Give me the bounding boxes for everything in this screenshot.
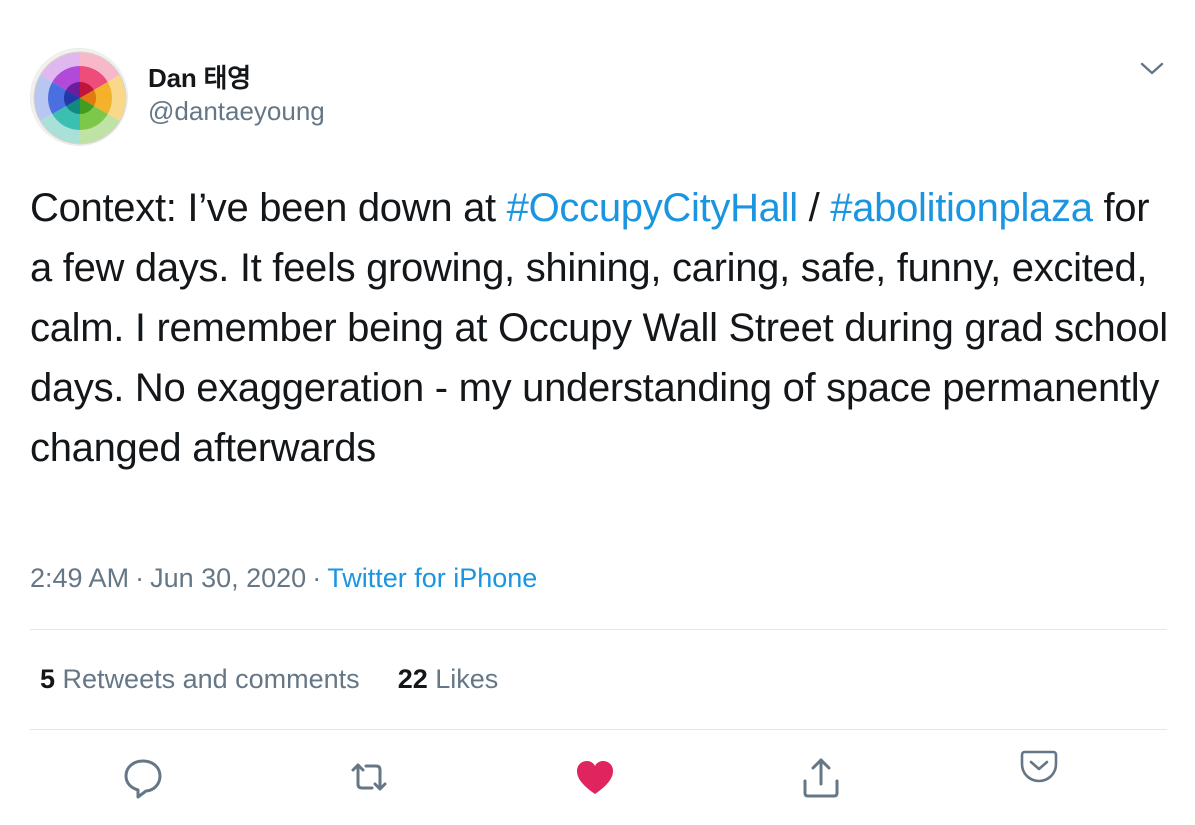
meta-separator: · bbox=[135, 563, 145, 593]
tweet-card: Dan 태영 @dantaeyoung Context: I’ve been d… bbox=[0, 0, 1195, 825]
tweet-text-segment: / bbox=[797, 186, 831, 230]
author-name[interactable]: Dan 태영 bbox=[148, 58, 251, 95]
hashtag-link[interactable]: #OccupyCityHall bbox=[507, 186, 798, 230]
avatar[interactable] bbox=[30, 48, 128, 146]
divider bbox=[30, 629, 1167, 630]
meta-separator: · bbox=[312, 563, 322, 593]
retweets-count: 5 bbox=[40, 664, 56, 694]
tweet-text-segment: Context: I’ve been down at bbox=[30, 186, 507, 230]
retweets-label: Retweets and comments bbox=[62, 664, 360, 694]
tweet-metadata: 2:49 AM · Jun 30, 2020 · Twitter for iPhone bbox=[30, 563, 537, 594]
tweet-date[interactable]: Jun 30, 2020 bbox=[150, 563, 306, 593]
likes-count: 22 bbox=[397, 664, 428, 694]
likes-stat[interactable]: 22 Likes bbox=[398, 664, 499, 695]
heart-filled-icon[interactable] bbox=[573, 755, 617, 799]
author-handle[interactable]: @dantaeyoung bbox=[148, 96, 325, 127]
hashtag-link[interactable]: #abolitionplaza bbox=[830, 186, 1093, 230]
chevron-down-icon[interactable] bbox=[1138, 58, 1166, 78]
tweet-source-link[interactable]: Twitter for iPhone bbox=[327, 563, 537, 593]
pocket-icon[interactable] bbox=[1017, 744, 1061, 788]
retweets-stat[interactable]: 5 Retweets and comments bbox=[40, 664, 360, 695]
tweet-text: Context: I’ve been down at #OccupyCityHa… bbox=[30, 178, 1170, 478]
share-icon[interactable] bbox=[799, 755, 843, 799]
likes-label: Likes bbox=[435, 664, 499, 694]
tweet-stats: 5 Retweets and comments 22 Likes bbox=[40, 664, 498, 695]
tweet-time[interactable]: 2:49 AM bbox=[30, 563, 129, 593]
reply-icon[interactable] bbox=[121, 755, 165, 799]
retweet-icon[interactable] bbox=[347, 755, 391, 799]
divider bbox=[30, 729, 1167, 730]
